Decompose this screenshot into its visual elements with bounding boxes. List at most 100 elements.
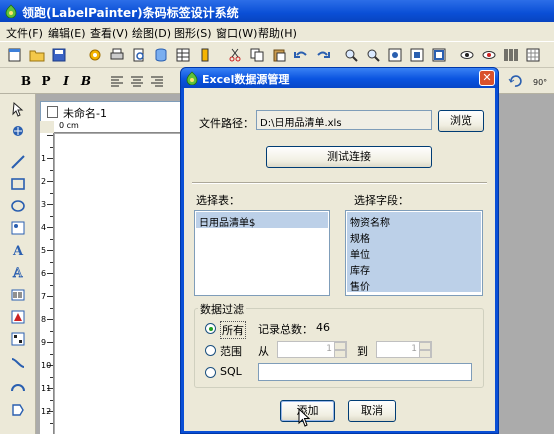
print-preview-icon[interactable] [130, 46, 148, 64]
document-tab-label: 未命名-1 [63, 107, 107, 120]
menu-file[interactable]: 文件(F) [6, 25, 43, 41]
list-item[interactable]: 规格 [347, 228, 481, 245]
filter-range-radio[interactable] [205, 345, 216, 356]
filter-sql-label[interactable]: SQL [220, 365, 242, 378]
test-connection-button[interactable]: 测试连接 [266, 146, 432, 168]
ruler-tick [47, 342, 53, 343]
polygon-tool-icon[interactable] [8, 307, 28, 327]
shape-tool-icon[interactable] [8, 400, 28, 420]
select-arrow-icon[interactable] [8, 99, 28, 119]
list-item[interactable]: 库存 [347, 260, 481, 277]
filter-all-label[interactable]: 所有 [220, 321, 246, 339]
ruler-v-mark: 6 [41, 269, 47, 278]
range-from-label: 从 [258, 345, 269, 358]
bold-button[interactable]: B [18, 73, 34, 89]
rotate-90-icon[interactable]: 90° [530, 72, 548, 90]
bold-italic-button[interactable]: B [78, 73, 94, 89]
fields-listbox[interactable]: 物资名称 规格 单位 库存 售价 [345, 210, 483, 296]
ruler-tick [47, 158, 53, 159]
app-title: 领跑(LabelPainter)条码标签设计系统 [22, 6, 239, 20]
ruler-tick [47, 319, 53, 320]
svg-text:A: A [12, 266, 23, 280]
align-right-icon[interactable] [148, 72, 166, 90]
grid-icon[interactable] [524, 46, 542, 64]
spin-down-icon[interactable] [419, 350, 431, 358]
spin-up-icon[interactable] [419, 342, 431, 350]
line-tool-icon[interactable] [8, 152, 28, 172]
zoom-out-icon[interactable] [364, 46, 382, 64]
menu-window[interactable]: 窗口(W) [216, 25, 257, 41]
bold-outline-button[interactable]: P [38, 73, 54, 89]
zoom-full-icon[interactable] [430, 46, 448, 64]
italic-button[interactable]: I [58, 73, 74, 89]
table-icon[interactable] [174, 46, 192, 64]
menu-help[interactable]: 帮助(H) [258, 25, 297, 41]
barcode-icon[interactable] [502, 46, 520, 64]
text-tool-icon[interactable]: A [8, 240, 28, 260]
database-icon[interactable] [152, 46, 170, 64]
sql-input[interactable] [258, 363, 472, 381]
print-icon[interactable] [108, 46, 126, 64]
cut-icon[interactable] [226, 46, 244, 64]
tables-listbox[interactable]: 日用品清单$ [194, 210, 330, 296]
list-item[interactable]: 售价 [347, 276, 481, 293]
new-file-icon[interactable] [6, 46, 24, 64]
zoom-in-icon[interactable] [342, 46, 360, 64]
ruler-tick [50, 215, 53, 217]
save-icon[interactable] [50, 46, 68, 64]
filter-all-radio[interactable] [205, 323, 216, 334]
range-to-stepper[interactable]: 1 [376, 341, 432, 358]
fields-label: 选择字段： [354, 194, 409, 207]
menu-view[interactable]: 查看(V) [90, 25, 128, 41]
range-from-stepper[interactable]: 1 [277, 341, 347, 358]
show-eye-icon[interactable] [458, 46, 476, 64]
ruler-v-mark: 3 [41, 200, 47, 209]
ruler-v-mark: 10 [41, 361, 52, 370]
dialog-close-button[interactable]: ✕ [479, 70, 495, 86]
paste-icon[interactable] [270, 46, 288, 64]
fit-page-icon[interactable] [386, 46, 404, 64]
ruler-unit-label: 0 cm [59, 121, 79, 130]
zoom-actual-icon[interactable] [408, 46, 426, 64]
align-left-icon[interactable] [108, 72, 126, 90]
qrcode-tool-icon[interactable] [8, 329, 28, 349]
dialog-title: Excel数据源管理 [202, 73, 290, 86]
spin-up-icon[interactable] [334, 342, 346, 350]
label-canvas[interactable] [55, 134, 184, 434]
list-item[interactable]: 物资名称 [347, 212, 481, 229]
browse-button[interactable]: 浏览 [438, 110, 484, 132]
pan-hand-icon[interactable] [8, 121, 28, 141]
barcode-tool-icon[interactable] [8, 285, 28, 305]
document-tab[interactable]: 未命名-1 [40, 101, 182, 121]
filter-range-label[interactable]: 范围 [220, 343, 242, 359]
menu-shape[interactable]: 图形(S) [174, 25, 212, 41]
ruler-v-mark: 7 [41, 292, 47, 301]
file-path-field[interactable]: D:\日用品清单.xls [256, 110, 432, 130]
cancel-button[interactable]: 取消 [348, 400, 396, 422]
filter-group-label: 数据过滤 [198, 301, 246, 317]
open-folder-icon[interactable] [28, 46, 46, 64]
ruler-tick [50, 192, 53, 194]
outline-text-tool-icon[interactable]: A [8, 262, 28, 282]
spin-down-icon[interactable] [334, 350, 346, 358]
redo-icon[interactable] [314, 46, 332, 64]
arc-tool-icon[interactable] [8, 376, 28, 396]
menu-edit[interactable]: 编辑(E) [48, 25, 86, 41]
rotate-icon[interactable] [506, 72, 524, 90]
rectangle-tool-icon[interactable] [8, 174, 28, 194]
separator [192, 182, 487, 184]
image-tool-icon[interactable] [8, 218, 28, 238]
list-item[interactable]: 日用品清单$ [196, 212, 328, 229]
undo-icon[interactable] [292, 46, 310, 64]
battery-icon[interactable] [196, 46, 214, 64]
filter-sql-radio[interactable] [205, 367, 216, 378]
copy-icon[interactable] [248, 46, 266, 64]
menu-draw[interactable]: 绘图(D) [132, 25, 171, 41]
ellipse-tool-icon[interactable] [8, 196, 28, 216]
align-center-icon[interactable] [128, 72, 146, 90]
hide-eye-icon[interactable] [480, 46, 498, 64]
settings-gear-icon[interactable] [86, 46, 104, 64]
list-item[interactable]: 单位 [347, 244, 481, 261]
ruler-tick [50, 307, 53, 309]
curve-tool-icon[interactable] [8, 353, 28, 373]
